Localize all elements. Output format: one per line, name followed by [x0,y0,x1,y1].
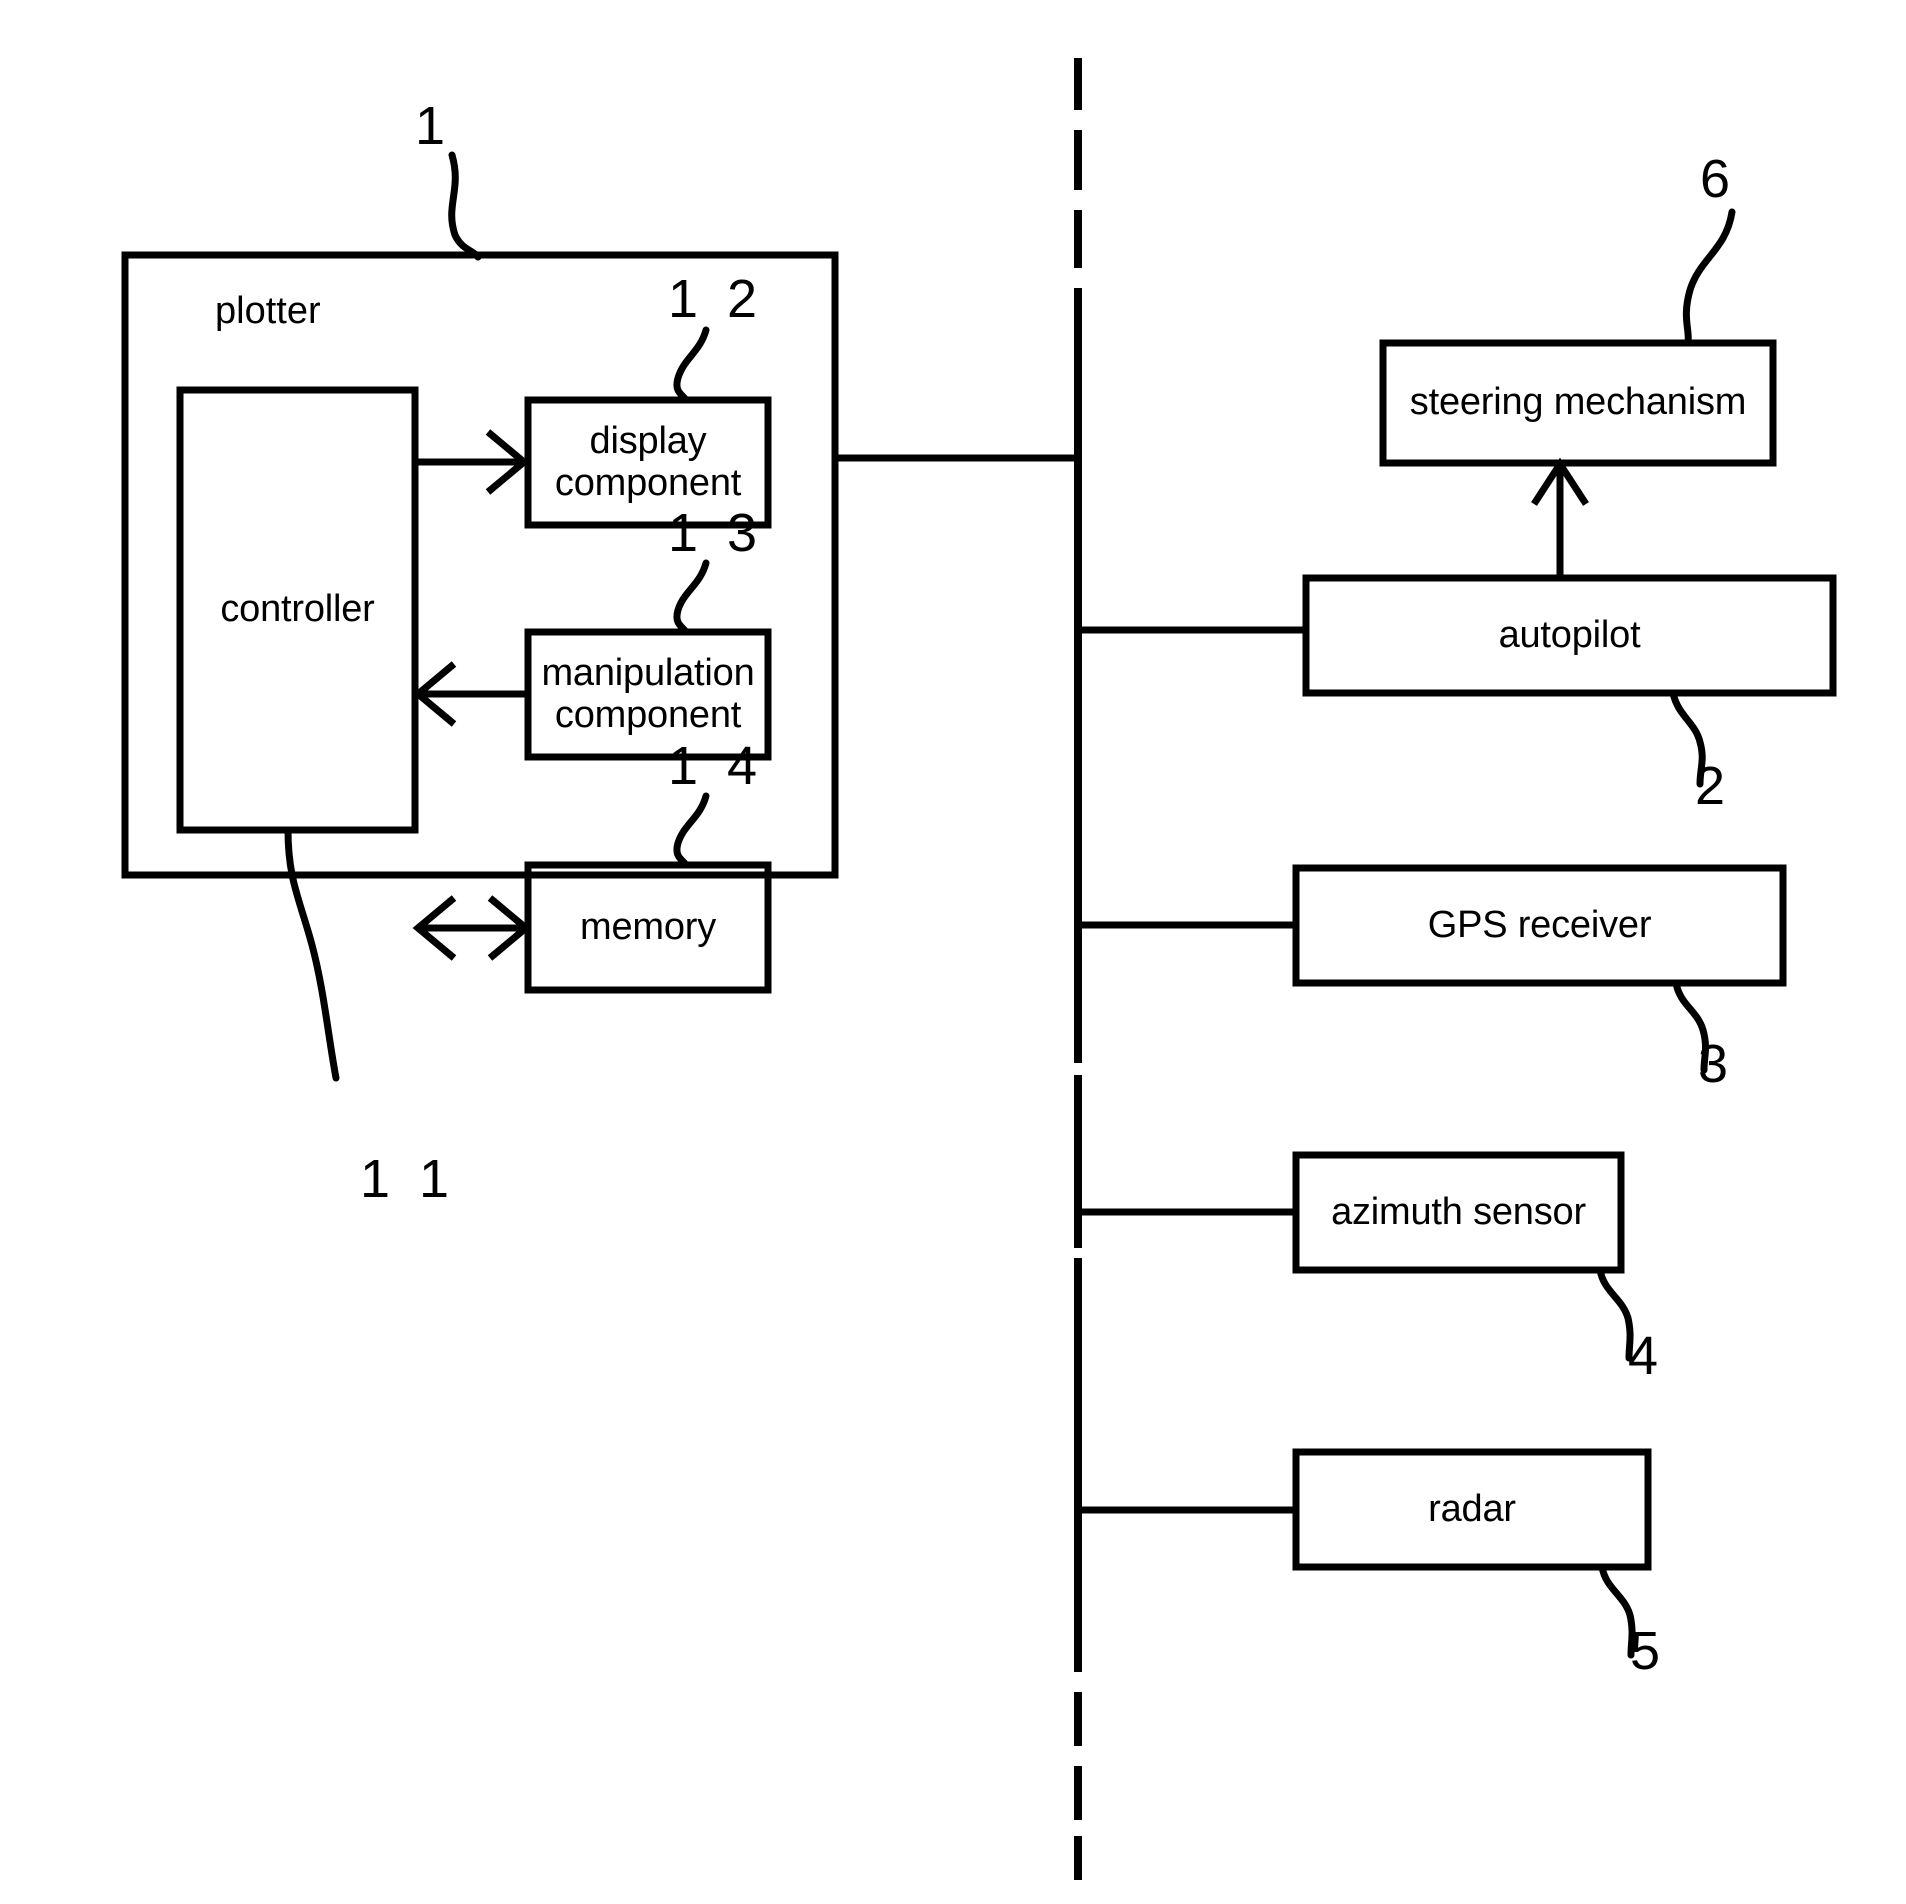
reference-numeral-5: 5 [1630,1621,1668,1681]
reference-numeral-4: 4 [1628,1326,1666,1386]
reference-numeral-3: 3 [1698,1034,1736,1094]
controller-box [176,386,419,834]
steering-mechanism-box [1379,339,1777,467]
plotter-label: plotter [215,290,321,332]
leader-ref-14 [673,792,710,869]
gps-receiver-box [1292,864,1787,987]
leader-ref-1 [448,151,482,261]
reference-numeral-6: 6 [1700,149,1738,209]
diagram-vector-layer [121,58,1837,1880]
leader-ref-12 [673,326,710,404]
reference-numeral-13: 1 3 [668,503,765,563]
connector-controller-to-memory [412,895,532,961]
reference-numeral-11: 1 1 [360,1149,457,1209]
leader-ref-13 [673,559,710,636]
leader-ref-6 [1682,208,1736,347]
memory-box [524,861,772,994]
connector-autopilot-to-steering [1531,457,1589,578]
radar-box [1292,1448,1652,1571]
patent-figure: plotter controller display component man… [0,0,1906,1904]
reference-numeral-14: 1 4 [668,736,765,796]
connector-controller-to-display [415,429,530,495]
leader-ref-11 [284,826,340,1082]
leader-ref-5 [1598,1563,1636,1659]
reference-numeral-2: 2 [1695,756,1733,816]
azimuth-sensor-box [1292,1151,1625,1274]
autopilot-box [1302,574,1837,697]
reference-numeral-1: 1 [415,96,453,156]
connector-manipulation-to-controller [412,661,528,727]
leader-ref-4 [1596,1266,1634,1362]
reference-numeral-12: 1 2 [668,269,765,329]
